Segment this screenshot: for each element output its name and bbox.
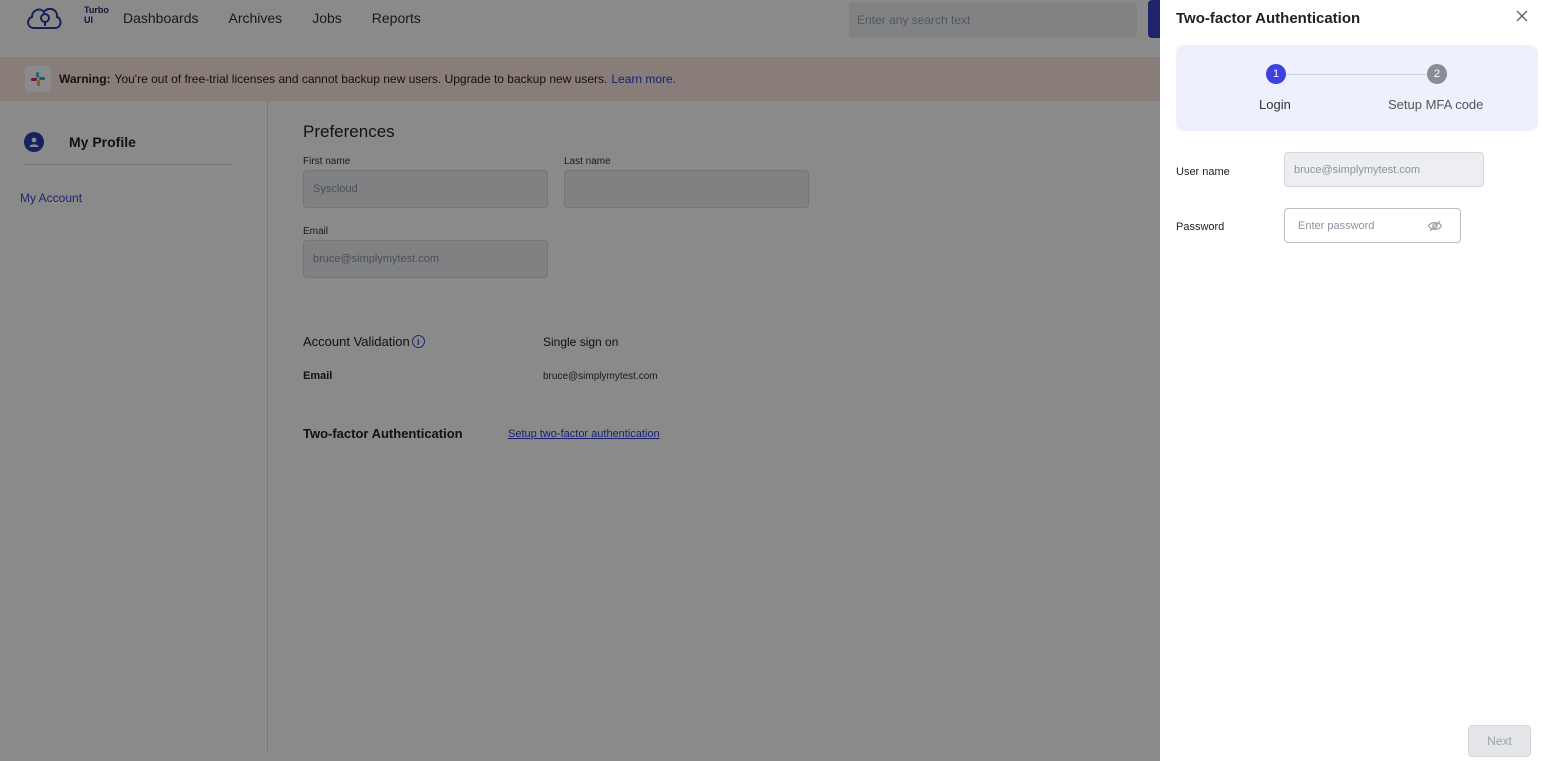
close-icon[interactable] <box>1514 8 1530 24</box>
password-placeholder: Enter password <box>1298 219 1375 232</box>
step-connector <box>1284 74 1428 75</box>
step-1-label: Login <box>1259 97 1291 112</box>
drawer-title: Two-factor Authentication <box>1176 10 1361 27</box>
stepper: 1 2 Login Setup MFA code <box>1176 45 1538 131</box>
two-factor-drawer: Two-factor Authentication 1 2 Login Setu… <box>1160 0 1542 761</box>
eye-off-icon[interactable] <box>1427 218 1443 234</box>
username-label: User name <box>1176 166 1230 178</box>
username-field[interactable]: bruce@simplymytest.com <box>1284 152 1484 187</box>
step-2-label: Setup MFA code <box>1388 97 1484 112</box>
next-button[interactable]: Next <box>1468 725 1531 757</box>
step-2-indicator: 2 <box>1427 64 1447 84</box>
password-label: Password <box>1176 221 1225 233</box>
username-value: bruce@simplymytest.com <box>1294 163 1421 176</box>
password-field[interactable]: Enter password <box>1284 208 1461 243</box>
step-1-indicator: 1 <box>1266 64 1286 84</box>
